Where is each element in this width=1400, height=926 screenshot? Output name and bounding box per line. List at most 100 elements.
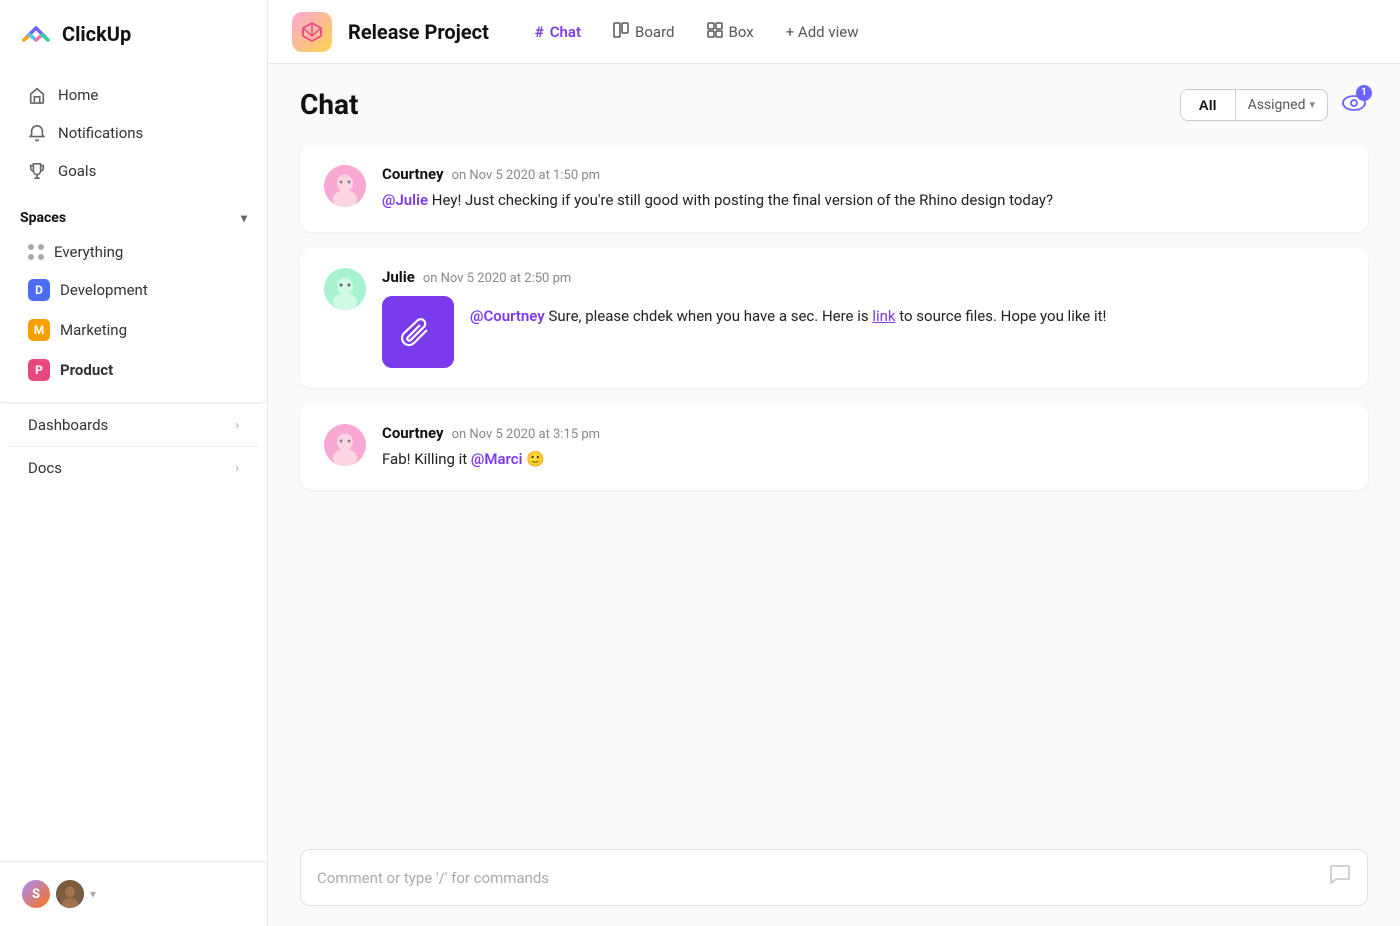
- development-label: Development: [60, 281, 148, 299]
- message-author: Julie: [382, 268, 415, 286]
- sidebar-nav: Home Notifications Goals: [0, 68, 267, 198]
- message-text: Fab! Killing it @Marci 🙂: [382, 448, 1344, 471]
- table-row: Courtney on Nov 5 2020 at 1:50 pm @Julie…: [300, 145, 1368, 232]
- sidebar-item-goals[interactable]: Goals: [8, 152, 259, 190]
- mention-julie[interactable]: @Julie: [382, 191, 428, 209]
- message-text: @Julie Hey! Just checking if you're stil…: [382, 189, 1344, 212]
- julie-avatar-icon: [324, 268, 366, 310]
- message-time: on Nov 5 2020 at 1:50 pm: [452, 168, 600, 183]
- home-icon: [28, 86, 46, 104]
- chat-title: Chat: [300, 88, 358, 121]
- spaces-chevron-icon: ▾: [241, 211, 247, 225]
- sidebar: ClickUp Home Notifications Goals: [0, 0, 268, 926]
- box-tab-icon: [707, 22, 723, 42]
- sidebar-item-marketing[interactable]: M Marketing: [8, 310, 259, 350]
- avatar-m[interactable]: [54, 878, 86, 910]
- message-meta: Julie on Nov 5 2020 at 2:50 pm: [382, 268, 1344, 286]
- attachment-prefix: Sure, please chdek when you have a sec. …: [548, 307, 872, 325]
- add-view-label: + Add view: [786, 23, 859, 41]
- chat-area: Chat All Assigned ▾ 1: [268, 64, 1400, 926]
- sidebar-item-product[interactable]: P Product: [8, 350, 259, 390]
- filter-assigned-label: Assigned: [1248, 97, 1306, 113]
- spaces-list: Everything D Development M Marketing P P…: [0, 234, 267, 390]
- filter-assigned-dropdown[interactable]: Assigned ▾: [1236, 90, 1327, 120]
- marketing-label: Marketing: [60, 321, 127, 339]
- avatar: [324, 165, 366, 207]
- table-row: Courtney on Nov 5 2020 at 3:15 pm Fab! K…: [300, 404, 1368, 491]
- message-meta: Courtney on Nov 5 2020 at 3:15 pm: [382, 424, 1344, 442]
- view-tabs: # Chat Board: [521, 16, 873, 48]
- watch-badge: 1: [1356, 85, 1372, 101]
- mention-marci[interactable]: @Marci: [471, 450, 523, 468]
- avatar: [324, 424, 366, 466]
- sidebar-item-docs[interactable]: Docs ›: [8, 446, 259, 489]
- product-badge: P: [28, 359, 50, 381]
- tab-chat[interactable]: # Chat: [521, 17, 595, 47]
- project-3d-icon: [300, 20, 324, 44]
- sidebar-bottom: S ▾: [0, 861, 267, 926]
- message-body-text: Hey! Just checking if you're still good …: [432, 191, 1053, 209]
- chat-header: Chat All Assigned ▾ 1: [268, 64, 1400, 137]
- project-title: Release Project: [348, 20, 489, 44]
- sidebar-item-home[interactable]: Home: [8, 76, 259, 114]
- courtney-avatar-2-icon: [324, 424, 366, 466]
- filter-group: All Assigned ▾: [1180, 89, 1328, 121]
- table-row: Julie on Nov 5 2020 at 2:50 pm @Courtney…: [300, 248, 1368, 388]
- docs-chevron-icon: ›: [235, 461, 239, 476]
- user-menu-chevron-icon[interactable]: ▾: [90, 887, 96, 901]
- add-view-button[interactable]: + Add view: [772, 17, 873, 47]
- docs-label: Docs: [28, 459, 62, 477]
- sidebar-item-development[interactable]: D Development: [8, 270, 259, 310]
- trophy-icon: [28, 162, 46, 180]
- tab-board[interactable]: Board: [599, 16, 688, 48]
- sidebar-sections: Dashboards › Docs ›: [0, 402, 267, 489]
- messages-list: Courtney on Nov 5 2020 at 1:50 pm @Julie…: [268, 137, 1400, 833]
- marketing-badge: M: [28, 319, 50, 341]
- attachment-block: @Courtney Sure, please chdek when you ha…: [382, 296, 1344, 368]
- avatar-s[interactable]: S: [20, 878, 52, 910]
- filter-all-button[interactable]: All: [1181, 90, 1236, 120]
- everything-icon: [28, 244, 44, 260]
- project-icon: [292, 12, 332, 52]
- logo-text: ClickUp: [62, 22, 131, 46]
- message-time: on Nov 5 2020 at 2:50 pm: [423, 271, 571, 286]
- notifications-label: Notifications: [58, 124, 143, 142]
- sidebar-item-everything[interactable]: Everything: [8, 234, 259, 270]
- goals-label: Goals: [58, 162, 96, 180]
- development-badge: D: [28, 279, 50, 301]
- courtney-avatar-icon: [324, 165, 366, 207]
- everything-label: Everything: [54, 243, 123, 261]
- board-tab-label: Board: [635, 23, 674, 41]
- board-tab-icon: [613, 22, 629, 42]
- box-tab-label: Box: [729, 23, 754, 41]
- message-content: Courtney on Nov 5 2020 at 1:50 pm @Julie…: [382, 165, 1344, 212]
- message-time: on Nov 5 2020 at 3:15 pm: [452, 427, 600, 442]
- chat-controls: All Assigned ▾ 1: [1180, 89, 1368, 121]
- tab-box[interactable]: Box: [693, 16, 768, 48]
- product-label: Product: [60, 361, 113, 379]
- sidebar-item-notifications[interactable]: Notifications: [8, 114, 259, 152]
- paperclip-icon: [400, 314, 436, 350]
- dashboards-label: Dashboards: [28, 416, 108, 434]
- attachment-link[interactable]: link: [872, 307, 895, 325]
- msg3-emoji: 🙂: [526, 450, 545, 468]
- message-meta: Courtney on Nov 5 2020 at 1:50 pm: [382, 165, 1344, 183]
- logo: ClickUp: [0, 0, 267, 68]
- sidebar-item-dashboards[interactable]: Dashboards ›: [8, 403, 259, 446]
- send-message-icon[interactable]: [1329, 864, 1351, 891]
- message-content: Courtney on Nov 5 2020 at 3:15 pm Fab! K…: [382, 424, 1344, 471]
- message-author: Courtney: [382, 424, 444, 442]
- avatar: [324, 268, 366, 310]
- watch-button[interactable]: 1: [1340, 89, 1368, 121]
- attachment-text: @Courtney Sure, please chdek when you ha…: [470, 296, 1106, 328]
- comment-box[interactable]: Comment or type '/' for commands: [300, 849, 1368, 906]
- mention-courtney[interactable]: @Courtney: [470, 307, 545, 325]
- dashboards-chevron-icon: ›: [235, 418, 239, 433]
- main-content: Release Project # Chat Board: [268, 0, 1400, 926]
- topbar: Release Project # Chat Board: [268, 0, 1400, 64]
- attachment-suffix: to source files. Hope you like it!: [899, 307, 1106, 325]
- bell-icon: [28, 124, 46, 142]
- home-label: Home: [58, 86, 98, 104]
- spaces-header[interactable]: Spaces ▾: [0, 198, 267, 234]
- attachment-icon: [382, 296, 454, 368]
